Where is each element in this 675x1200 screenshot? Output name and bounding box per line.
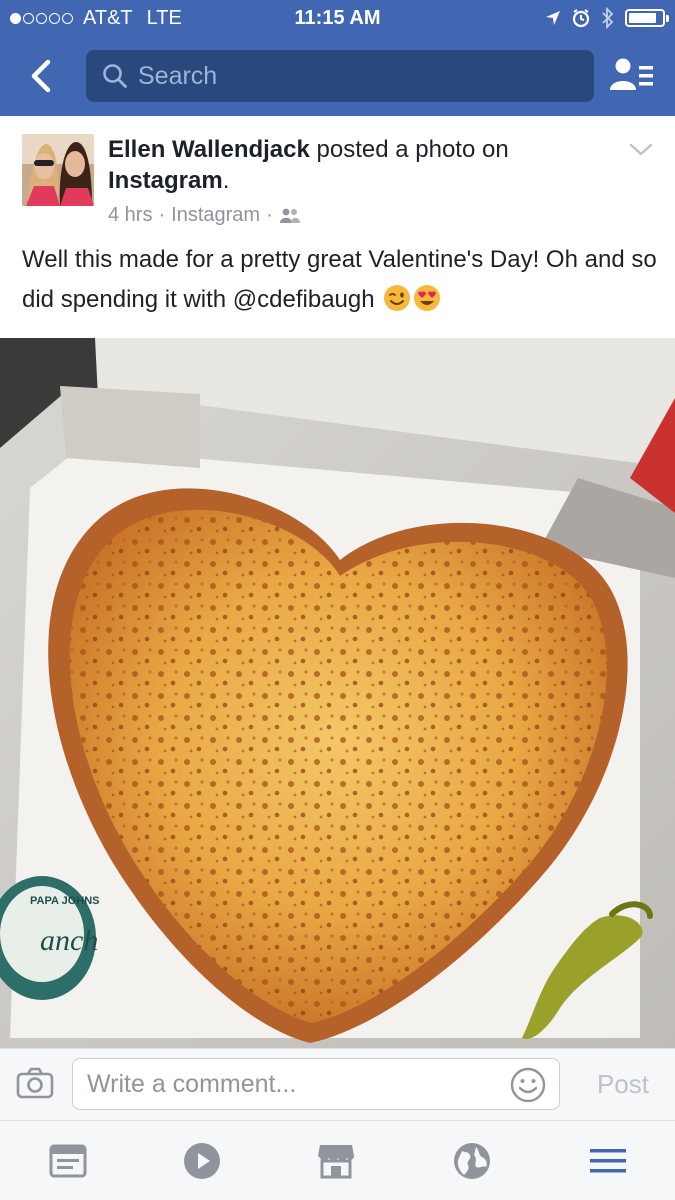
camera-icon[interactable] [16,1067,54,1099]
friend-list-icon[interactable] [609,56,655,96]
comment-input[interactable] [87,1068,507,1100]
bluetooth-icon [602,7,614,29]
post-photo[interactable]: anch PAPA JOHNS [0,338,675,1048]
post-meta: 4 hrs · Instagram · [108,204,301,227]
post-header: Ellen Wallendjack posted a photo on Inst… [108,134,608,196]
post-timestamp[interactable]: 4 hrs [108,204,152,227]
status-bar: AT&T LTE 11:15 AM [0,0,675,38]
nav-bar [0,46,675,108]
post-card: Ellen Wallendjack posted a photo on Inst… [0,116,675,1048]
news-feed-icon[interactable] [48,1141,88,1181]
author-avatar[interactable] [22,134,94,206]
winking-face-emoji-icon [384,285,411,311]
back-chevron-icon[interactable] [22,56,62,96]
meta-separator: · [158,204,166,226]
notifications-globe-icon[interactable] [452,1141,492,1181]
battery-icon [625,9,669,27]
post-source: Instagram [171,204,261,226]
top-bar: AT&T LTE 11:15 AM [0,0,675,116]
comment-bar: Post [0,1048,675,1120]
video-icon[interactable] [182,1141,222,1181]
friends-icon [279,208,300,223]
heart-eyes-emoji-icon [414,285,441,311]
chevron-down-icon[interactable] [629,142,653,158]
location-arrow-icon [546,11,560,25]
menu-icon[interactable] [588,1141,628,1181]
search-bar[interactable] [86,50,594,102]
svg-text:PAPA JOHNS: PAPA JOHNS [30,895,99,907]
tab-bar [0,1120,675,1200]
meta-separator: · [266,204,273,226]
svg-text:anch: anch [40,924,98,957]
post-message-text: Well this made for a pretty great Valent… [22,246,657,313]
post-action: posted a photo on [309,136,509,163]
post-platform-link[interactable]: Instagram [108,167,223,194]
comment-box[interactable] [72,1058,560,1110]
post-message: Well this made for a pretty great Valent… [22,240,662,320]
author-name[interactable]: Ellen Wallendjack [108,136,310,163]
search-icon [103,64,127,88]
marketplace-icon[interactable] [316,1141,356,1181]
sticker-smiley-icon[interactable] [509,1066,547,1104]
alarm-clock-icon [572,9,590,28]
search-input[interactable] [138,60,578,92]
post-comment-button[interactable]: Post [597,1069,649,1100]
post-action-period: . [222,167,230,194]
